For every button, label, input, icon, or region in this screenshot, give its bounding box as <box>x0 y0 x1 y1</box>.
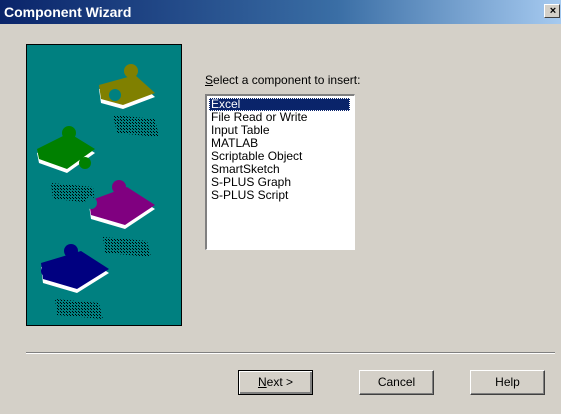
wizard-illustration <box>26 44 182 326</box>
divider-highlight <box>26 353 555 354</box>
prompt-text: elect a component to insert: <box>213 73 361 87</box>
help-button[interactable]: Help <box>470 370 545 395</box>
component-list[interactable]: Excel File Read or Write Input Table MAT… <box>205 94 355 250</box>
window-title: Component Wizard <box>4 4 132 20</box>
close-icon: × <box>549 5 557 17</box>
list-item[interactable]: S-PLUS Script <box>209 189 350 202</box>
cancel-button[interactable]: Cancel <box>359 370 434 395</box>
next-accel: N <box>257 375 267 389</box>
next-button[interactable]: Next > <box>238 370 313 395</box>
title-bar: Component Wizard × <box>0 0 561 24</box>
close-button[interactable]: × <box>544 4 560 18</box>
component-prompt-label: Select a component to insert: <box>205 73 360 87</box>
next-label: ext > <box>266 375 294 389</box>
prompt-accel: S <box>205 73 214 87</box>
puzzle-pieces-icon <box>37 64 159 319</box>
